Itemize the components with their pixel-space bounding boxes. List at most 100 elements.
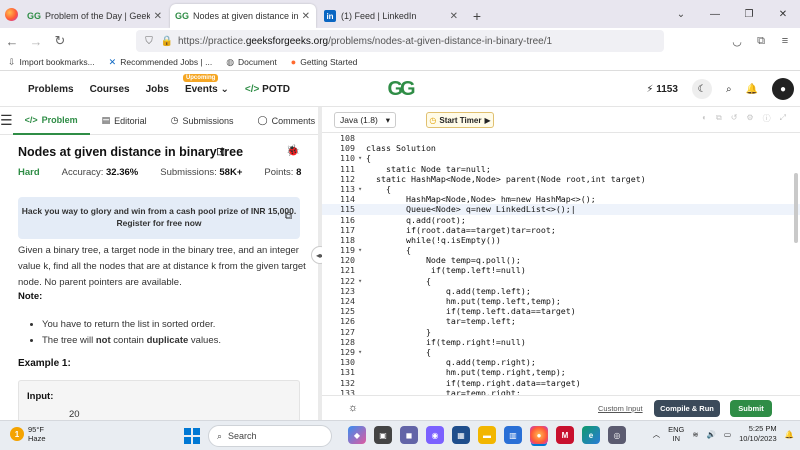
code-line[interactable]: 110 ▾{ (322, 153, 800, 163)
fold-chevron-icon[interactable] (358, 286, 366, 296)
code-line[interactable]: 109 class Solution (322, 143, 800, 153)
mcafee-icon[interactable]: M (556, 426, 574, 444)
fold-chevron-icon[interactable] (358, 306, 366, 316)
pocket-icon[interactable]: ◡ (728, 30, 746, 52)
code-editor[interactable]: 108 109 class Solution 110 ▾{111 static Node… (322, 133, 800, 395)
extensions-icon[interactable]: ⧉ (752, 30, 770, 52)
notification-bell-icon[interactable]: 🔔 (785, 430, 794, 439)
close-window-button[interactable]: ✕ (766, 0, 800, 28)
fold-chevron-icon[interactable] (358, 265, 366, 275)
code-line[interactable]: 117 if(root.data==target)tar=root; (322, 225, 800, 235)
code-line[interactable]: 127 } (322, 327, 800, 337)
fold-chevron-icon[interactable]: ▾ (358, 245, 366, 255)
clock[interactable]: 5:25 PM 10/10/2023 (739, 424, 777, 444)
chevron-up-icon[interactable]: ︿ (653, 429, 661, 440)
store-icon[interactable]: ▦ (452, 426, 470, 444)
code-line[interactable]: 114 HashMap<Node,Node> hm=new HashMap<>(… (322, 194, 800, 204)
gfg-logo[interactable]: GG (378, 78, 422, 100)
menu-icon[interactable]: ≡ (776, 30, 794, 52)
fold-chevron-icon[interactable] (358, 143, 366, 153)
forward-button[interactable]: → (24, 29, 48, 53)
nav-courses[interactable]: Courses (90, 84, 130, 95)
submit-button[interactable]: Submit (730, 400, 772, 417)
dark-mode-toggle[interactable]: ☾ (691, 79, 712, 99)
bookmark-jobs[interactable]: ✕ Recommended Jobs | ... (109, 57, 213, 68)
tab-editorial[interactable]: ▤ Editorial (90, 107, 159, 135)
code-line[interactable]: 133 tar=temp.right; (322, 388, 800, 395)
lock-icon[interactable]: 🔒 (160, 36, 174, 47)
edge-icon[interactable]: e (582, 426, 600, 444)
tab-comments[interactable]: ◯ Comments (246, 107, 318, 135)
battery-icon[interactable]: ▭ (724, 430, 731, 439)
fold-chevron-icon[interactable] (358, 194, 366, 204)
fold-chevron-icon[interactable]: ▾ (358, 153, 366, 163)
tab-submissions[interactable]: ◷ Submissions (159, 107, 246, 135)
fold-chevron-icon[interactable] (358, 378, 366, 388)
back-button[interactable]: ← (0, 29, 24, 53)
firefox-icon[interactable] (0, 0, 22, 28)
code-line[interactable]: 121 if(temp.left!=null) (322, 265, 800, 275)
fold-chevron-icon[interactable] (358, 357, 366, 367)
game-icon[interactable]: ◎ (608, 426, 626, 444)
close-tab-icon[interactable]: ✕ (450, 11, 458, 22)
start-timer-button[interactable]: ◷ Start Timer ▶ (426, 112, 494, 128)
chat-icon[interactable]: ◉ (426, 426, 444, 444)
code-line[interactable]: 126 tar=temp.left; (322, 316, 800, 326)
list-tabs-chevron-icon[interactable]: ⌄ (670, 0, 692, 28)
nav-problems[interactable]: Problems (28, 84, 74, 95)
fold-chevron-icon[interactable] (358, 316, 366, 326)
fold-chevron-icon[interactable] (358, 235, 366, 245)
browser-tab-linkedin[interactable]: in (1) Feed | LinkedIn ✕ (318, 4, 464, 28)
shield-icon[interactable]: ⛉ (142, 36, 156, 47)
code-line[interactable]: 132 if(temp.right.data==target) (322, 378, 800, 388)
code-line[interactable]: 118 while(!q.isEmpty()) (322, 235, 800, 245)
code-line[interactable]: 119 ▾ { (322, 245, 800, 255)
fold-chevron-icon[interactable]: ▾ (358, 184, 366, 194)
bug-report-icon[interactable]: 🐞 (286, 144, 300, 157)
compile-run-button[interactable]: Compile & Run (654, 400, 720, 417)
external-link-icon[interactable]: ⧉ (285, 211, 292, 223)
browser-tab-nodes[interactable]: GG Nodes at given distance in bina ✕ (170, 4, 316, 28)
task-view-icon[interactable]: ▣ (374, 426, 392, 444)
browser-tab-potd[interactable]: GG Problem of the Day | GeeksforG ✕ (22, 4, 168, 28)
fold-chevron-icon[interactable] (358, 296, 366, 306)
windows-start-icon[interactable] (184, 428, 200, 444)
code-line[interactable]: 112 static HashMap<Node,Node> parent(Nod… (322, 174, 800, 184)
search-icon[interactable]: ⌕ (726, 84, 732, 95)
bookmark-document[interactable]: ◍ Document (226, 57, 277, 68)
bookmark-icon[interactable]: ⊡ (216, 145, 225, 158)
meet-icon[interactable]: ◼ (400, 426, 418, 444)
fold-chevron-icon[interactable] (358, 255, 366, 265)
nav-potd[interactable]: </> POTD (245, 84, 290, 95)
bookmark-getting-started[interactable]: ● Getting Started (291, 57, 358, 67)
custom-input-link[interactable]: Custom Input (598, 404, 643, 413)
copy-icon[interactable]: ⧉ (716, 113, 722, 124)
fold-chevron-icon[interactable] (358, 225, 366, 235)
contest-promo-banner[interactable]: Hack you way to glory and win from a cas… (18, 197, 300, 239)
restore-window-button[interactable]: ❐ (732, 0, 766, 28)
code-line[interactable]: 131 hm.put(temp.right,temp); (322, 367, 800, 377)
streak-counter[interactable]: ⚡ 1153 (646, 84, 678, 95)
close-tab-icon[interactable]: ✕ (154, 11, 162, 22)
wifi-icon[interactable]: ≋ (692, 430, 698, 439)
code-line[interactable]: 108 (322, 133, 800, 143)
fold-chevron-icon[interactable]: ▾ (358, 276, 366, 286)
theme-sun-icon[interactable]: ☼ (348, 402, 358, 414)
code-line[interactable]: 124 hm.put(temp.left,temp); (322, 296, 800, 306)
code-line[interactable]: 120 Node temp=q.poll(); (322, 255, 800, 265)
fold-chevron-icon[interactable] (358, 174, 366, 184)
code-line[interactable]: 129 ▾ { (322, 347, 800, 357)
fold-chevron-icon[interactable] (358, 164, 366, 174)
bookmark-import[interactable]: ⇩ Import bookmarks... (8, 57, 95, 68)
fold-chevron-icon[interactable] (358, 215, 366, 225)
editor-scrollbar[interactable] (794, 173, 798, 243)
code-line[interactable]: 123 q.add(temp.left); (322, 286, 800, 296)
code-line[interactable]: 125 if(temp.left.data==target) (322, 306, 800, 316)
close-tab-icon[interactable]: ✕ (302, 11, 310, 22)
copilot-icon[interactable]: ◆ (348, 426, 366, 444)
nav-events[interactable]: Upcoming Events ⌄ (182, 73, 229, 95)
reload-button[interactable]: ↻ (48, 29, 72, 53)
minimize-window-button[interactable]: — (698, 0, 732, 28)
url-text[interactable]: https://practice.geeksforgeeks.org/probl… (178, 36, 658, 47)
fold-chevron-icon[interactable] (358, 388, 366, 395)
